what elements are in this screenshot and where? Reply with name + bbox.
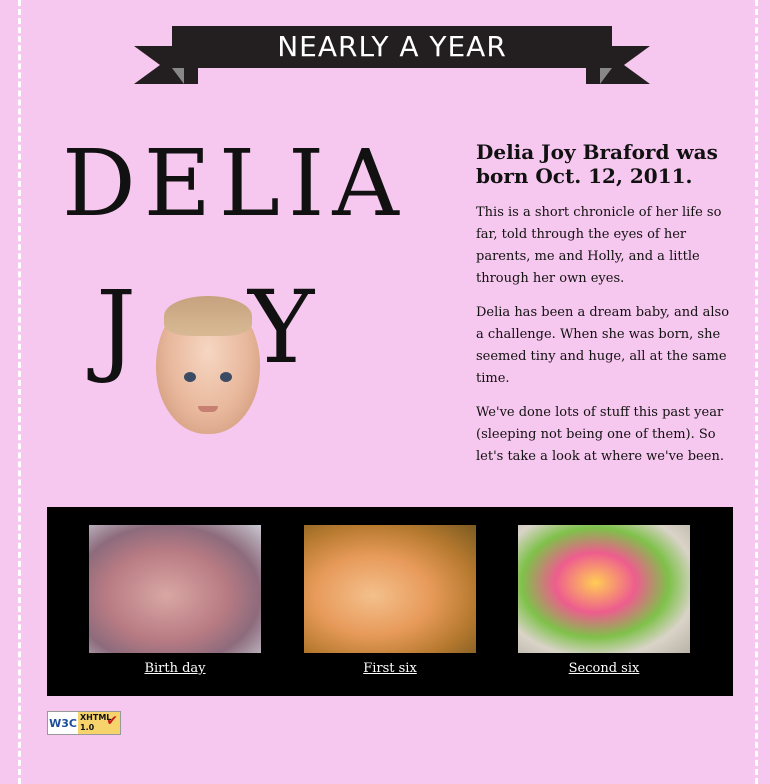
first-six-link[interactable]: First six xyxy=(363,661,417,676)
gallery-item: Second six xyxy=(518,525,690,676)
intro-paragraph: We've done lots of stuff this past year … xyxy=(476,405,724,464)
gallery-item: Birth day xyxy=(89,525,261,676)
baby-face-image xyxy=(156,296,260,434)
w3c-logo: W3C xyxy=(49,716,77,730)
hero-letter-j: J xyxy=(96,269,141,386)
intro-heading: Delia Joy Braford was born Oct. 12, 2011… xyxy=(476,140,718,188)
intro-paragraph: This is a short chronicle of her life so… xyxy=(476,205,722,286)
first-six-photo[interactable] xyxy=(304,525,476,653)
second-six-link[interactable]: Second six xyxy=(569,661,640,676)
ribbon-fold-left xyxy=(172,68,184,84)
intro-paragraph: Delia has been a dream baby, and also a … xyxy=(476,305,730,386)
birth-day-link[interactable]: Birth day xyxy=(144,661,205,676)
banner-title: NEARLY A YEAR xyxy=(277,30,507,63)
second-six-photo[interactable] xyxy=(518,525,690,653)
hero-first-name: DELIA xyxy=(62,130,407,237)
title-banner: NEARLY A YEAR xyxy=(134,24,650,88)
photo-gallery: Birth day First six Second six xyxy=(47,507,733,696)
birth-day-photo[interactable] xyxy=(89,525,261,653)
checkmark-icon: ✔ xyxy=(106,713,118,729)
w3c-xhtml-badge[interactable]: W3C XHTML 1.0 ✔ xyxy=(47,711,121,735)
xhtml-valid-label: XHTML 1.0 ✔ xyxy=(78,712,120,734)
ribbon-fold-right xyxy=(600,68,612,84)
intro-section: Delia Joy Braford was born Oct. 12, 2011… xyxy=(476,140,738,480)
hero-name-art: DELIA JY xyxy=(56,138,399,438)
gallery-item: First six xyxy=(304,525,476,676)
